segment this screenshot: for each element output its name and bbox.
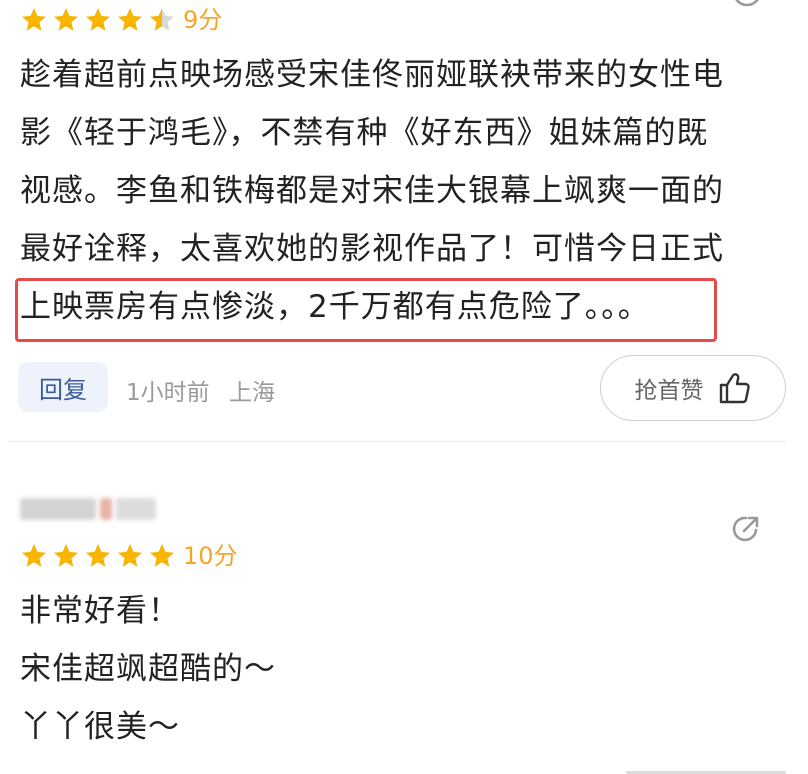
- share-icon[interactable]: [730, 512, 764, 546]
- review-line: 非常好看！: [20, 593, 180, 629]
- review-line: 趁着超前点映场感受宋佳佟丽娅联袂带来的女性电: [20, 57, 724, 93]
- review-line: 影《轻于鸿毛》，不禁有种《好东西》姐妹篇的既: [20, 115, 709, 151]
- review-line: 丫丫很美～: [20, 709, 180, 745]
- divider: [8, 441, 786, 442]
- thumbs-up-icon: [719, 373, 750, 404]
- like-button[interactable]: 抢首赞: [600, 355, 786, 421]
- review-line: 宋佳超飒超酷的～: [20, 651, 276, 687]
- star-full-icon: [86, 544, 110, 567]
- user-name: [20, 498, 160, 520]
- star-rating: [20, 542, 180, 570]
- star-full-icon: [54, 8, 78, 31]
- star-full-icon: [54, 544, 78, 567]
- highlight-box: [15, 278, 717, 342]
- like-label: 抢首赞: [634, 378, 704, 404]
- review-text: 非常好看！ 宋佳超飒超酷的～ 丫丫很美～: [20, 582, 276, 756]
- location: 上海: [229, 380, 275, 406]
- score-label: 10分: [183, 542, 238, 570]
- share-icon[interactable]: [730, 0, 764, 10]
- score-label: 9分: [183, 6, 223, 34]
- star-full-icon: [118, 544, 142, 567]
- star-full-icon: [150, 544, 174, 567]
- star-full-icon: [86, 8, 110, 31]
- star-half-icon: [150, 8, 174, 31]
- timestamp: 1小时前: [126, 380, 210, 406]
- review-line: 最好诠释，太喜欢她的影视作品了！可惜今日正式: [20, 231, 724, 267]
- star-rating: [20, 6, 180, 34]
- reply-button[interactable]: 回复: [18, 362, 108, 412]
- star-full-icon: [22, 8, 46, 31]
- star-full-icon: [22, 544, 46, 567]
- star-full-icon: [118, 8, 142, 31]
- review-line: 视感。李鱼和铁梅都是对宋佳大银幕上飒爽一面的: [20, 173, 724, 209]
